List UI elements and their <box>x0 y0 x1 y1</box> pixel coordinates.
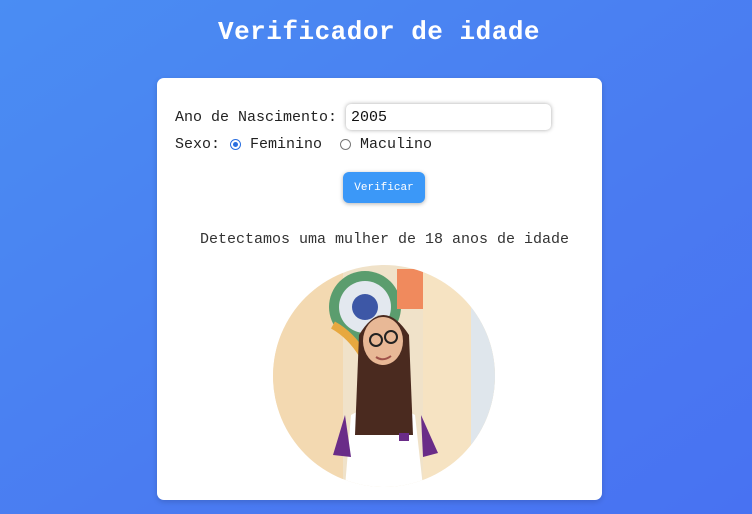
birth-year-label: Ano de Nascimento: <box>175 108 338 126</box>
birth-year-row: Ano de Nascimento: <box>175 104 552 130</box>
radio-maculino[interactable] <box>340 139 352 150</box>
result-message: Detectamos uma mulher de 18 anos de idad… <box>199 231 570 248</box>
result-photo <box>273 265 495 487</box>
radio-feminino-label[interactable]: Feminino <box>250 136 322 153</box>
sex-label: Sexo: <box>175 136 221 153</box>
sex-row: Sexo: Feminino Maculino <box>175 136 450 153</box>
form-card: Ano de Nascimento: Sexo: Feminino Maculi… <box>157 78 602 500</box>
verify-button[interactable]: Verificar <box>343 172 425 203</box>
radio-feminino[interactable] <box>230 139 242 150</box>
page-title: Verificador de idade <box>217 17 541 47</box>
birth-year-input[interactable] <box>346 104 552 130</box>
radio-maculino-label[interactable]: Maculino <box>360 136 432 153</box>
